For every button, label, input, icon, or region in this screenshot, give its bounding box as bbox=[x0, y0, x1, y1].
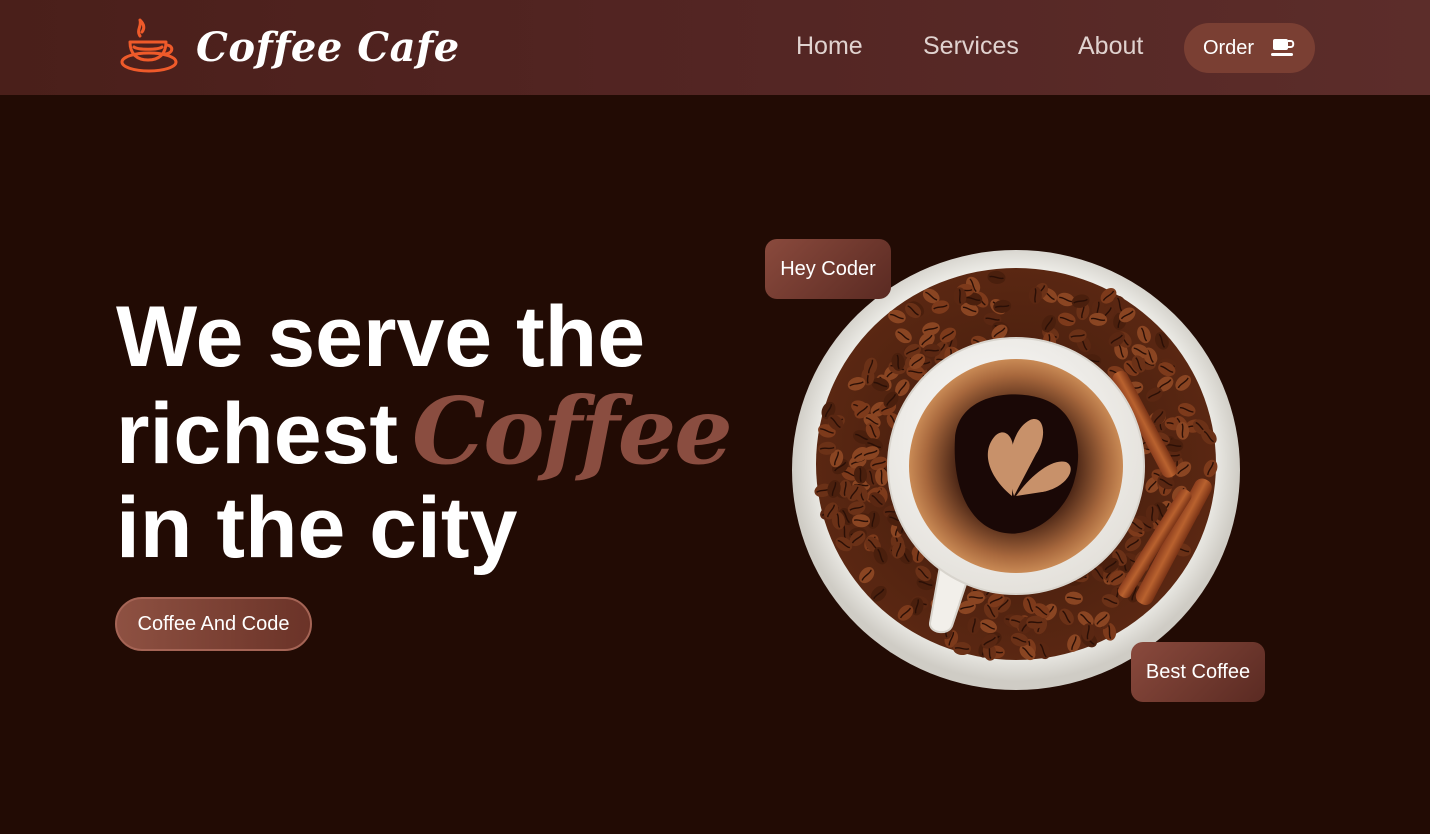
hero-headline: We serve the richest Coffee in the city bbox=[116, 289, 733, 576]
navbar: Coffee Cafe Home Services About Order bbox=[0, 0, 1430, 95]
best-coffee-badge: Best Coffee bbox=[1131, 642, 1265, 702]
coffee-and-code-button[interactable]: Coffee And Code bbox=[115, 597, 312, 651]
logo-text: Coffee Cafe bbox=[196, 23, 460, 71]
hero-line-2: richest Coffee bbox=[116, 384, 733, 482]
hero-line-3: in the city bbox=[116, 480, 518, 576]
order-button-label: Order bbox=[1202, 36, 1255, 59]
hero-accent-word: Coffee bbox=[412, 377, 733, 485]
coffee-cup-icon bbox=[1271, 39, 1295, 56]
nav-home-link[interactable]: Home bbox=[796, 32, 863, 61]
coffee-cup-image bbox=[792, 250, 1240, 690]
hero-line-1: We serve the bbox=[116, 289, 646, 385]
order-button[interactable]: Order bbox=[1184, 23, 1315, 73]
nav-about-link[interactable]: About bbox=[1078, 32, 1143, 61]
hey-coder-badge: Hey Coder bbox=[765, 239, 891, 299]
logo[interactable]: Coffee Cafe bbox=[118, 16, 460, 78]
nav-services-link[interactable]: Services bbox=[923, 32, 1019, 61]
hero-line-2-prefix: richest bbox=[116, 386, 399, 482]
coffee-cup-logo-icon bbox=[120, 18, 178, 73]
